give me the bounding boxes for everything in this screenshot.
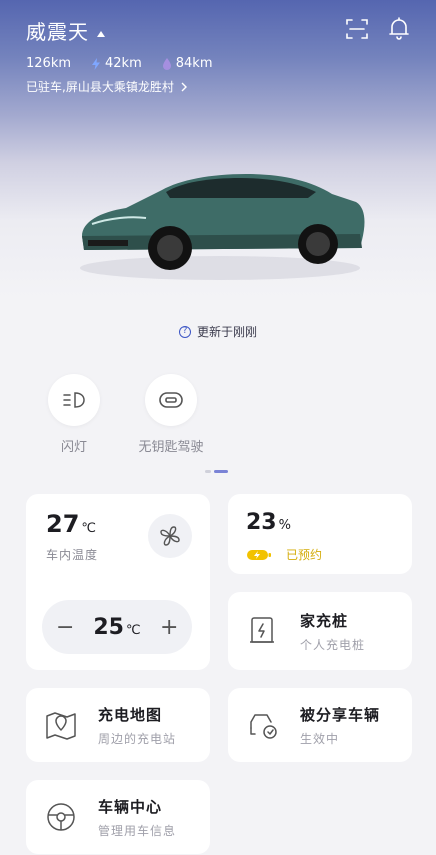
interior-temp-value: 27 bbox=[46, 510, 80, 538]
quick-action-label: 闪灯 bbox=[60, 440, 87, 455]
update-status: ? 更新于刚刚 bbox=[0, 323, 436, 340]
interior-temp: 27 ℃ bbox=[46, 510, 96, 538]
location-text: 已驻车,屏山县大乘镇龙胜村 bbox=[26, 80, 174, 94]
vehicle-center-card[interactable]: 车辆中心 管理用车信息 bbox=[26, 780, 210, 854]
total-range: 126km bbox=[26, 56, 72, 71]
update-text: 更新于刚刚 bbox=[196, 325, 257, 339]
fan-icon bbox=[160, 526, 180, 546]
headlight-icon bbox=[63, 392, 85, 408]
shared-vehicle-card[interactable]: 被分享车辆 生效中 bbox=[228, 688, 412, 762]
fan-button[interactable] bbox=[148, 514, 192, 558]
vehicle-center-title: 车辆中心 bbox=[98, 798, 163, 816]
shared-title: 被分享车辆 bbox=[300, 706, 381, 724]
range-stats: 126km 42km 84km bbox=[26, 56, 212, 71]
home-charger-card[interactable]: 家充桩 个人充电桩 bbox=[228, 592, 412, 670]
temp-unit: ℃ bbox=[81, 521, 97, 536]
vehicle-center-subtitle: 管理用车信息 bbox=[98, 824, 177, 838]
fuel-range: 84km bbox=[175, 56, 213, 71]
flash-button[interactable] bbox=[48, 374, 100, 426]
electric-range: 42km bbox=[105, 56, 142, 71]
parking-location[interactable]: 已驻车,屏山县大乘镇龙胜村 bbox=[26, 78, 188, 95]
set-temp-unit: ℃ bbox=[126, 622, 141, 638]
set-temp-value: 25 bbox=[93, 614, 124, 640]
vehicle-image bbox=[80, 174, 365, 280]
steering-wheel-icon bbox=[47, 803, 75, 831]
charge-schedule: 已预约 bbox=[246, 546, 322, 563]
page-dot bbox=[205, 470, 211, 473]
dropdown-caret-icon bbox=[97, 30, 105, 37]
battery-card[interactable]: 23% 已预约 bbox=[228, 494, 412, 574]
chevron-right-icon bbox=[181, 82, 187, 91]
battery-icon bbox=[247, 549, 271, 560]
quick-action-flash[interactable]: 闪灯 bbox=[24, 374, 124, 455]
charge-map-card[interactable]: 充电地图 周边的充电站 bbox=[26, 688, 210, 762]
question-icon: ? bbox=[178, 325, 191, 338]
quick-action-label: 无钥匙驾驶 bbox=[138, 440, 204, 455]
vehicle-selector[interactable]: 威震天 bbox=[26, 16, 105, 45]
shared-subtitle: 生效中 bbox=[300, 732, 340, 746]
quick-action-keyless[interactable]: 无钥匙驾驶 bbox=[121, 374, 221, 455]
shared-car-icon bbox=[250, 714, 277, 739]
fuel-drop-icon bbox=[162, 57, 171, 70]
set-temp: 25 ℃ bbox=[93, 615, 140, 640]
charger-icon bbox=[250, 617, 274, 643]
battery-percent-value: 23 bbox=[246, 510, 277, 535]
map-pin-icon bbox=[46, 712, 76, 740]
keyless-button[interactable] bbox=[145, 374, 197, 426]
keyless-icon bbox=[159, 392, 183, 408]
temp-increase-button[interactable]: + bbox=[160, 615, 178, 640]
lightning-icon bbox=[92, 57, 101, 70]
battery-status: 已预约 bbox=[286, 548, 323, 562]
interior-temp-label: 车内温度 bbox=[46, 548, 99, 562]
climate-card[interactable]: 27 ℃ 车内温度 − 25 ℃ + bbox=[26, 494, 210, 670]
bell-icon[interactable] bbox=[386, 16, 412, 42]
temp-decrease-button[interactable]: − bbox=[56, 615, 74, 640]
charge-map-title: 充电地图 bbox=[98, 706, 163, 724]
vehicle-name: 威震天 bbox=[26, 20, 89, 44]
battery-percent: 23% bbox=[246, 510, 291, 535]
percent-sign: % bbox=[278, 518, 291, 533]
charger-title: 家充桩 bbox=[300, 612, 349, 630]
charge-map-subtitle: 周边的充电站 bbox=[98, 732, 177, 746]
scan-icon[interactable] bbox=[344, 16, 370, 42]
page-dot-active bbox=[214, 470, 228, 473]
charger-subtitle: 个人充电桩 bbox=[300, 638, 366, 652]
temp-setter: − 25 ℃ + bbox=[42, 600, 192, 654]
page-indicator bbox=[205, 470, 228, 473]
